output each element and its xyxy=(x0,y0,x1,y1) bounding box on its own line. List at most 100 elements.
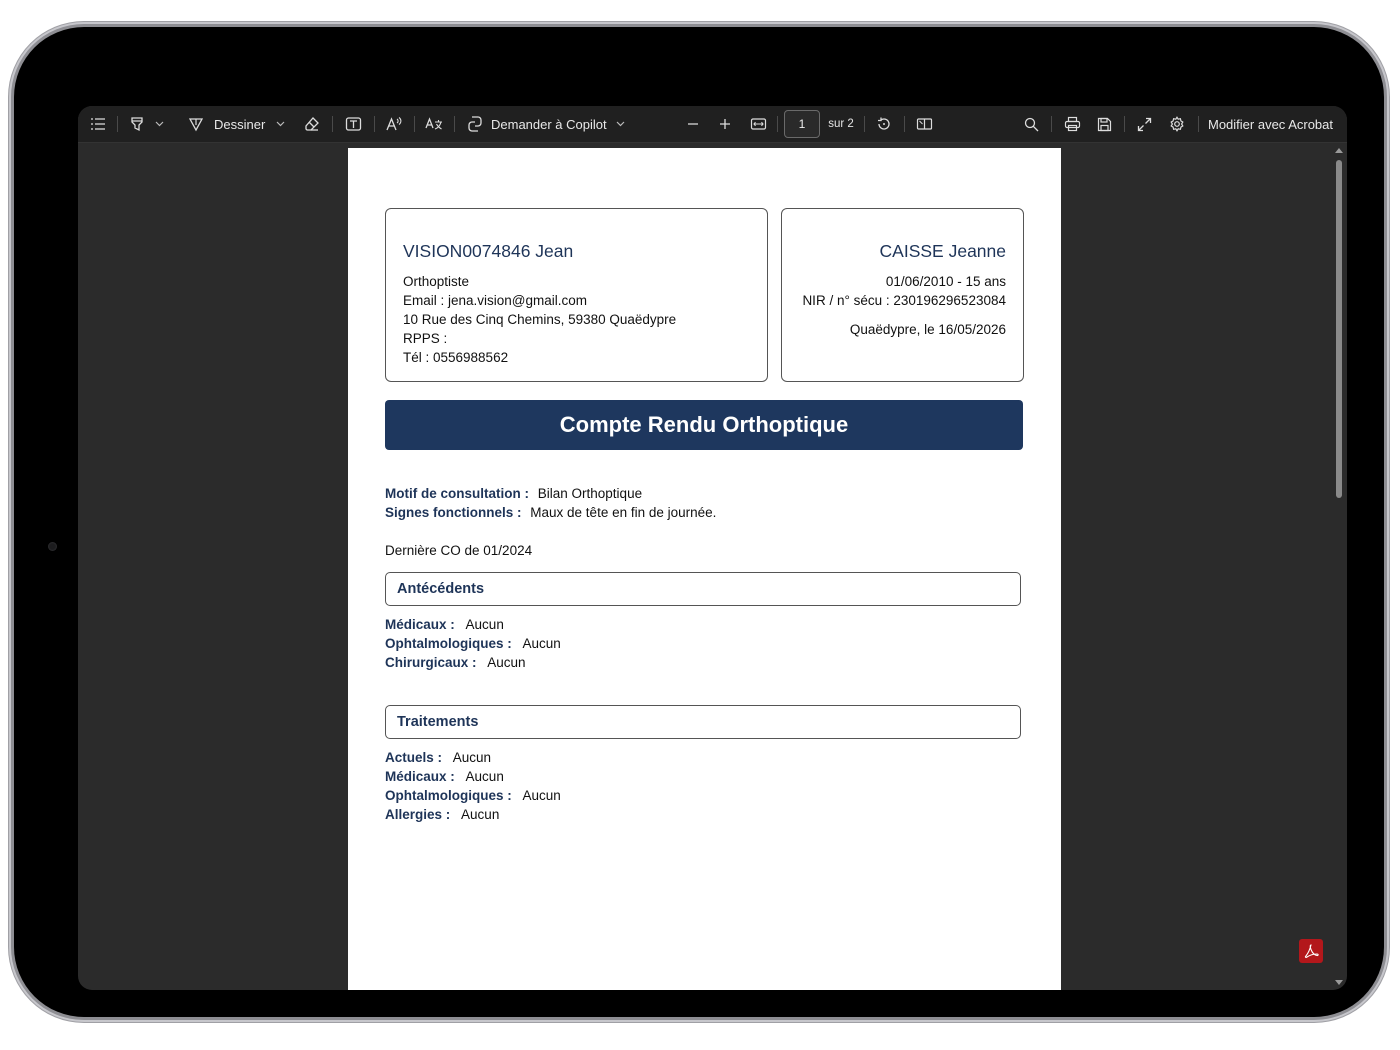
read-aloud-button[interactable] xyxy=(383,106,405,142)
highlighter-icon xyxy=(131,117,143,132)
highlight-button[interactable] xyxy=(127,106,147,142)
table-of-contents-button[interactable] xyxy=(88,106,108,142)
motif-value: Bilan Orthoptique xyxy=(537,486,643,501)
chevron-down-icon xyxy=(616,121,625,127)
signes-value: Maux de tête en fin de journée. xyxy=(530,505,717,520)
translate-button[interactable] xyxy=(423,106,445,142)
toolbar-separator xyxy=(374,116,375,132)
viewer-toolbar: Dessiner Demander à Copilot 1 sur 2 Modi… xyxy=(78,106,1347,143)
traitements-value: Aucun xyxy=(522,788,561,803)
toolbar-separator xyxy=(1051,116,1052,132)
zoom-out-button[interactable] xyxy=(683,106,703,142)
acrobat-logo-button[interactable] xyxy=(1299,939,1323,963)
draw-dropdown[interactable] xyxy=(273,106,287,142)
print-button[interactable] xyxy=(1061,106,1083,142)
patient-nir: NIR / n° sécu : 230196296523084 xyxy=(802,293,1006,308)
list-icon xyxy=(91,118,105,130)
signes-row: Signes fonctionnels : Maux de tête en fi… xyxy=(385,505,716,520)
draw-button[interactable]: Dessiner xyxy=(188,106,268,142)
expand-icon xyxy=(1137,117,1151,131)
patient-birthdate: 01/06/2010 - 15 ans xyxy=(885,274,1006,289)
antecedents-row: Chirurgicaux : Aucun xyxy=(385,655,526,670)
text-box-icon xyxy=(345,117,361,131)
toolbar-separator xyxy=(1198,116,1199,132)
traitements-heading: Traitements xyxy=(385,705,1021,739)
page-view-icon xyxy=(916,118,932,130)
toolbar-separator xyxy=(864,116,865,132)
toolbar-separator xyxy=(117,116,118,132)
page-view-button[interactable] xyxy=(913,106,935,142)
chevron-down-icon xyxy=(155,121,163,127)
antecedents-label: Ophtalmologiques : xyxy=(385,636,512,651)
toolbar-separator xyxy=(454,116,455,132)
practitioner-name: VISION0074846 Jean xyxy=(403,241,574,261)
chevron-down-icon xyxy=(276,121,284,127)
read-aloud-icon xyxy=(386,117,402,131)
scroll-down-arrow-icon[interactable] xyxy=(1335,980,1343,985)
practitioner-email: Email : jena.vision@gmail.com xyxy=(403,293,588,308)
search-button[interactable] xyxy=(1021,106,1041,142)
page-number-input[interactable]: 1 xyxy=(784,110,820,138)
traitements-value: Aucun xyxy=(465,769,504,784)
practitioner-title: Orthoptiste xyxy=(403,274,470,289)
fit-width-icon xyxy=(750,118,766,130)
tablet-frame: Dessiner Demander à Copilot 1 sur 2 Modi… xyxy=(14,27,1384,1017)
copilot-button[interactable]: Demander à Copilot xyxy=(466,106,626,142)
pdf-viewer: Dessiner Demander à Copilot 1 sur 2 Modi… xyxy=(78,106,1347,990)
rotate-icon xyxy=(878,117,890,130)
pdf-page: VISION0074846 Jean Orthoptiste Email : j… xyxy=(348,148,1061,990)
page-number-value: 1 xyxy=(798,117,806,131)
document-title: Compte Rendu Orthoptique xyxy=(385,400,1023,450)
save-icon xyxy=(1097,117,1111,131)
edit-with-acrobat-button[interactable]: Modifier avec Acrobat xyxy=(1208,106,1340,142)
traitements-value: Aucun xyxy=(461,807,500,822)
draw-label: Dessiner xyxy=(214,116,266,132)
patient-name: CAISSE Jeanne xyxy=(879,241,1006,261)
traitements-heading-label: Traitements xyxy=(397,714,479,730)
practitioner-card: VISION0074846 Jean Orthoptiste Email : j… xyxy=(385,208,768,382)
antecedents-heading-label: Antécédents xyxy=(397,581,485,597)
acrobat-icon xyxy=(1304,944,1319,958)
settings-button[interactable] xyxy=(1167,106,1187,142)
translate-icon xyxy=(425,117,442,130)
plus-icon xyxy=(720,119,730,129)
antecedents-row: Ophtalmologiques : Aucun xyxy=(385,636,561,651)
minus-icon xyxy=(688,123,698,125)
page-total-label: sur 2 xyxy=(828,118,854,130)
antecedents-value: Aucun xyxy=(487,655,526,670)
toolbar-separator xyxy=(777,116,778,132)
zoom-in-button[interactable] xyxy=(715,106,735,142)
patient-card: CAISSE Jeanne 01/06/2010 - 15 ans NIR / … xyxy=(781,208,1024,382)
antecedents-heading: Antécédents xyxy=(385,572,1021,606)
fit-to-width-button[interactable] xyxy=(747,106,769,142)
gear-icon xyxy=(1170,116,1184,132)
scrollbar-thumb[interactable] xyxy=(1336,160,1342,498)
eraser-icon xyxy=(305,117,319,131)
signes-label: Signes fonctionnels : xyxy=(385,505,522,520)
toolbar-separator xyxy=(332,116,333,132)
erase-button[interactable] xyxy=(302,106,322,142)
edit-with-acrobat-label: Modifier avec Acrobat xyxy=(1208,116,1334,132)
traitements-row: Actuels : Aucun xyxy=(385,750,491,765)
last-co: Dernière CO de 01/2024 xyxy=(385,543,533,558)
scroll-up-arrow-icon[interactable] xyxy=(1335,148,1343,153)
page-total: sur 2 xyxy=(826,106,856,142)
pen-icon xyxy=(188,118,204,132)
traitements-row: Médicaux : Aucun xyxy=(385,769,504,784)
toolbar-separator xyxy=(1124,116,1125,132)
practitioner-rpps: RPPS : xyxy=(403,331,448,346)
save-button[interactable] xyxy=(1094,106,1114,142)
place-and-date: Quaëdypre, le 16/05/2026 xyxy=(849,322,1006,337)
antecedents-value: Aucun xyxy=(522,636,561,651)
practitioner-phone: Tél : 0556988562 xyxy=(403,350,509,365)
highlight-dropdown[interactable] xyxy=(152,106,166,142)
antecedents-value: Aucun xyxy=(465,617,504,632)
fullscreen-button[interactable] xyxy=(1134,106,1154,142)
copilot-icon xyxy=(468,116,482,132)
copilot-label: Demander à Copilot xyxy=(491,116,607,132)
traitements-label: Médicaux : xyxy=(385,769,455,784)
antecedents-label: Médicaux : xyxy=(385,617,455,632)
traitements-label: Allergies : xyxy=(385,807,451,822)
rotate-button[interactable] xyxy=(874,106,894,142)
text-button[interactable] xyxy=(342,106,364,142)
